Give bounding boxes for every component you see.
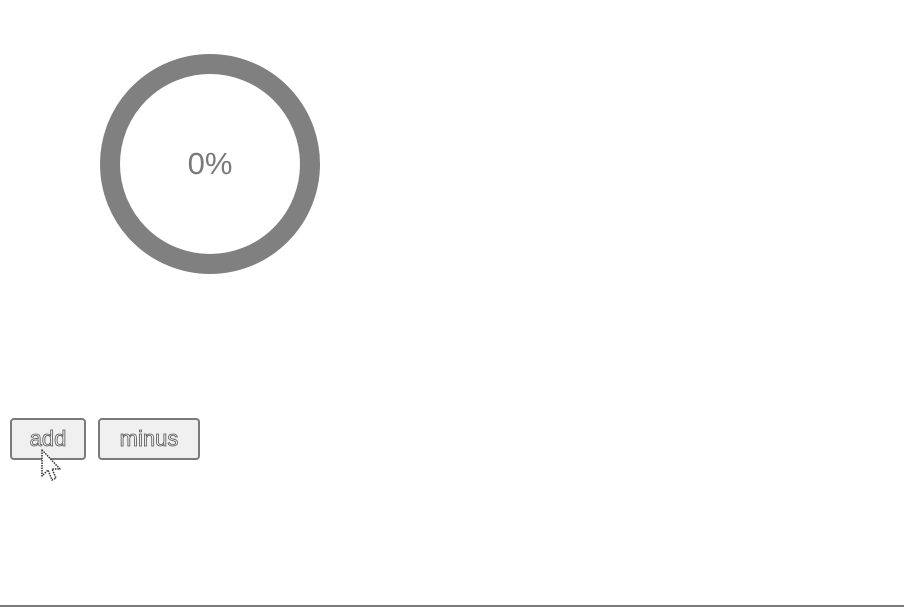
arrow-pointer-icon <box>41 449 61 481</box>
bottom-divider <box>0 605 904 607</box>
progress-percent-label: 0% <box>187 146 233 181</box>
progress-ring: 0% <box>100 54 320 274</box>
page: 0% add minus <box>0 0 904 608</box>
minus-button[interactable]: minus <box>98 418 200 460</box>
